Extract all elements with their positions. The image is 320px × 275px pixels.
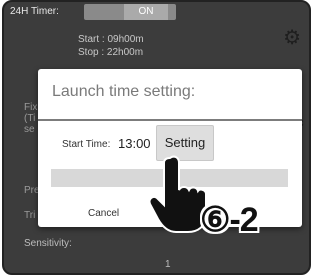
dialog-title: Launch time setting: <box>52 83 196 100</box>
cancel-button[interactable]: Cancel <box>88 208 119 219</box>
gear-icon[interactable]: ⚙ <box>283 28 301 48</box>
background-text-fragment: (Ti <box>24 113 36 124</box>
start-time-value: 13:00 <box>118 136 151 151</box>
start-time-label: Start Time: <box>62 139 111 150</box>
dialog-divider <box>38 119 302 121</box>
background-text-fragment: Tri <box>24 210 36 221</box>
background-text-fragment: se <box>24 124 35 135</box>
timer-label: 24H Timer: <box>10 6 59 17</box>
step-annotation: ⑥-2 <box>200 201 259 239</box>
sensitivity-value: 1 <box>165 259 171 270</box>
timer-stop-text: Stop : 22h00m <box>78 47 144 58</box>
sensitivity-label: Sensitivity: <box>24 238 72 249</box>
toggle-on-label: ON <box>124 4 168 20</box>
timer-toggle[interactable]: ON <box>84 4 176 20</box>
timer-start-text: Start : 09h00m <box>78 34 144 45</box>
background-text-fragment: Fix <box>24 102 38 113</box>
